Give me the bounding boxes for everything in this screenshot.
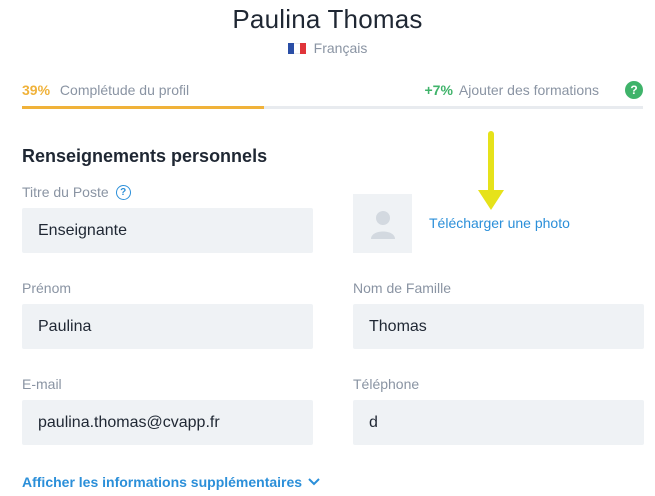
email-label: E-mail bbox=[22, 376, 62, 392]
photo-placeholder[interactable] bbox=[353, 194, 412, 253]
show-more-info-link[interactable]: Afficher les informations supplémentaire… bbox=[22, 474, 320, 490]
email-input[interactable]: paulina.thomas@cvapp.fr bbox=[22, 400, 313, 445]
section-title: Renseignements personnels bbox=[22, 146, 268, 166]
question-circle-icon[interactable]: ? bbox=[625, 81, 643, 99]
phone-label: Téléphone bbox=[353, 376, 420, 392]
chevron-down-icon bbox=[308, 478, 320, 486]
language-selector[interactable]: Français bbox=[0, 40, 655, 56]
profile-progress-row: 39% Complétude du profil +7% Ajouter des… bbox=[22, 80, 643, 100]
first-name-input[interactable]: Paulina bbox=[22, 304, 313, 349]
completion-progress-fill bbox=[22, 106, 265, 109]
job-title-label-row: Titre du Poste ? bbox=[22, 184, 131, 200]
job-title-label: Titre du Poste bbox=[22, 184, 109, 200]
job-title-input[interactable]: Enseignante bbox=[22, 208, 313, 253]
last-name-label: Nom de Famille bbox=[353, 280, 452, 296]
bonus-label: Ajouter des formations bbox=[458, 82, 599, 98]
last-name-input[interactable]: Thomas bbox=[353, 304, 644, 349]
bonus-percent: +7% bbox=[424, 82, 453, 98]
user-silhouette-icon bbox=[370, 210, 395, 239]
show-more-info-label: Afficher les informations supplémentaire… bbox=[22, 474, 303, 490]
phone-input[interactable]: d bbox=[353, 400, 644, 445]
completion-percent: 39% bbox=[22, 82, 51, 98]
help-icon[interactable]: ? bbox=[115, 184, 131, 200]
add-education-hint[interactable]: +7% Ajouter des formations ? bbox=[424, 81, 643, 99]
first-name-label: Prénom bbox=[22, 280, 72, 296]
upload-photo-link[interactable]: Télécharger une photo bbox=[429, 215, 570, 231]
annotation-arrow-icon bbox=[478, 131, 504, 210]
language-label: Français bbox=[313, 40, 368, 56]
completion-label: Complétude du profil bbox=[59, 82, 190, 98]
french-flag-icon bbox=[287, 42, 306, 54]
profile-name: Paulina Thomas bbox=[232, 4, 423, 34]
completion-info: 39% Complétude du profil bbox=[22, 82, 189, 98]
completion-progress-bar bbox=[22, 106, 643, 109]
